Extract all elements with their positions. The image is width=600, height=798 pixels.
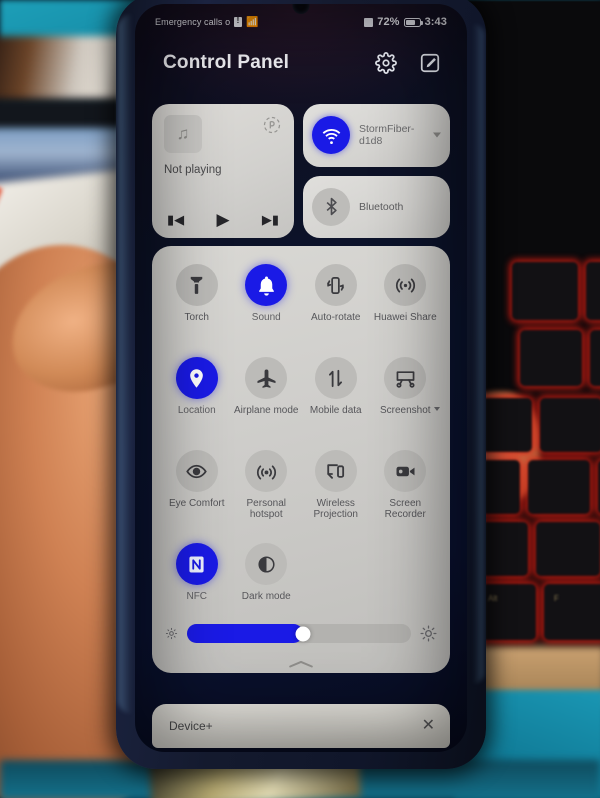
edit-square-icon[interactable] [419,52,441,74]
dark-mode-icon[interactable] [245,543,288,585]
flashlight-icon[interactable] [175,264,218,306]
toggle-label: Wireless Projection [313,498,358,521]
wifi-icon[interactable] [312,116,350,155]
keyboard-key [540,398,600,452]
next-track-icon[interactable]: ▶▮ [262,213,279,226]
keyboard-key-glyph: F [554,594,559,603]
toggle-label: Screenshot [380,405,440,416]
bluetooth-label: Bluetooth [359,200,404,213]
toggle-label: Torch [184,312,209,323]
toggle-wireless-projection[interactable]: Wireless Projection [301,446,371,535]
huawei-share-icon[interactable] [384,264,427,306]
chevron-down-icon[interactable] [433,132,441,138]
bluetooth-icon[interactable] [312,187,350,226]
top-cards-row: ♫ Not playing ▮◀ ▶ ▶▮ StormFiber-d1d8 Bl… [152,104,450,238]
toggle-torch[interactable]: Torch [162,260,232,349]
toggle-location[interactable]: Location [162,353,232,442]
keyboard-key [528,460,590,514]
previous-track-icon[interactable]: ▮◀ [167,213,184,226]
phone-device: Emergency calls o 📶 72% 3:43 Control Pan… [116,0,486,769]
toggle-label: Mobile data [309,405,362,416]
toggle-screenshot[interactable]: Screenshot [371,353,441,442]
battery-icon [403,17,423,27]
bluetooth-card[interactable]: Bluetooth [303,175,450,238]
nfc-icon[interactable] [175,543,218,585]
wifi-card[interactable]: StormFiber-d1d8 [303,104,450,167]
phone-screen: Emergency calls o 📶 72% 3:43 Control Pan… [135,4,467,752]
brightness-low-icon [165,627,178,640]
wireless-projection-icon[interactable] [314,450,357,492]
toggle-airplane-mode[interactable]: Airplane mode [232,353,302,442]
status-bar: Emergency calls o 📶 72% 3:43 [135,10,467,34]
keyboard-key [520,330,582,386]
airplane-icon[interactable] [245,357,288,399]
brightness-high-icon [420,625,437,642]
sim-alert-icon [234,16,243,27]
keyboard-key [544,584,600,640]
keyboard-key-glyph: Alt [488,594,498,603]
toggle-label: Screen Recorder [384,498,426,521]
gear-icon[interactable] [375,52,397,74]
video-camera-icon[interactable] [384,450,427,492]
toggle-grid: Torch Sound Auto-rotate Huawei Share Locatio… [162,260,440,628]
carrier-text: Emergency calls o [155,17,231,27]
wifi-network-label: StormFiber-d1d8 [359,123,415,148]
keyboard-key [478,584,536,640]
mobile-data-icon[interactable] [314,357,357,399]
brightness-slider-row [165,624,437,643]
toggle-label: Personal hotspot [246,498,286,521]
device-plus-label: Device+ [169,719,213,733]
toggle-screen-recorder[interactable]: Screen Recorder [371,446,441,535]
toggle-sound[interactable]: Sound [232,260,302,349]
chevron-up-icon[interactable] [284,656,318,668]
device-plus-card[interactable]: Device+ ✕ [152,704,450,748]
brightness-slider-knob[interactable] [295,626,311,641]
toggle-auto-rotate[interactable]: Auto-rotate [301,260,371,349]
phone-edge-highlight-right [473,24,484,684]
keyboard-key [512,262,578,320]
toggle-label: Eye Comfort [168,498,225,509]
toggle-nfc[interactable]: NFC [162,539,232,628]
toggle-label: Location [177,405,216,416]
close-icon[interactable]: ✕ [422,718,435,734]
toggle-label: Dark mode [241,591,291,602]
toggle-dark-mode[interactable]: Dark mode [232,539,302,628]
toggle-eye-comfort[interactable]: Eye Comfort [162,446,232,535]
toggle-huawei-share[interactable]: Huawei Share [371,260,441,349]
wifi-icon: 📶 [246,16,259,28]
keyboard-key [586,262,600,320]
auto-rotate-icon[interactable] [314,264,357,306]
bell-icon[interactable] [245,264,288,306]
hotspot-icon[interactable] [245,450,288,492]
phone-edge-highlight-left [118,14,132,714]
brightness-slider[interactable] [187,624,411,643]
control-panel-header: Control Panel [135,52,467,74]
screenshot-icon[interactable] [384,357,427,399]
brightness-slider-fill [187,624,304,643]
toggle-label: Auto-rotate [311,312,361,323]
keyboard-key [590,330,600,386]
toggle-label: Huawei Share [373,312,437,323]
page-title: Control Panel [163,52,290,73]
toggle-personal-hotspot[interactable]: Personal hotspot [232,446,302,535]
keyboard-key [536,522,600,576]
media-player-card[interactable]: ♫ Not playing ▮◀ ▶ ▶▮ [152,104,294,238]
status-time: 3:43 [424,16,447,28]
play-icon[interactable]: ▶ [216,211,229,228]
audio-output-icon[interactable] [262,115,282,135]
toggle-label: Airplane mode [234,405,299,416]
location-pin-icon[interactable] [175,357,218,399]
toggle-label: NFC [186,591,208,602]
quick-toggles-panel: Torch Sound Auto-rotate Huawei Share Locatio… [152,246,450,673]
eye-icon[interactable] [175,450,218,492]
signal-icon [364,17,374,27]
music-note-icon: ♫ [164,115,202,153]
toggle-mobile-data[interactable]: Mobile data [301,353,371,442]
chevron-down-icon[interactable] [433,407,440,411]
media-status-label: Not playing [164,164,222,176]
battery-percent: 72% [377,16,400,28]
toggle-label: Sound [251,312,281,323]
